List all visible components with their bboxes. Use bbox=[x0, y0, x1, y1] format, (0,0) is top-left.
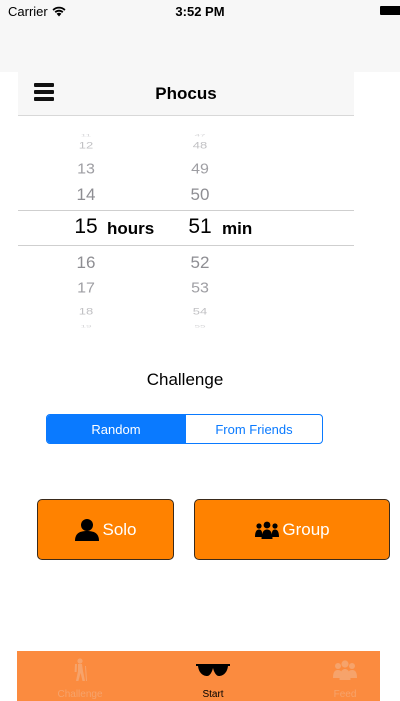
minutes-value: 53 bbox=[191, 280, 209, 297]
tab-challenge-label: Challenge bbox=[57, 689, 103, 700]
minutes-value: 47 bbox=[194, 133, 206, 138]
hours-value: 16 bbox=[76, 253, 96, 272]
hours-value: 14 bbox=[76, 185, 96, 204]
hours-value: 13 bbox=[77, 161, 95, 178]
page-title: Phocus bbox=[155, 84, 217, 103]
battery-icon bbox=[380, 6, 400, 15]
duration-picker[interactable]: 11 12 13 14 15 16 17 18 19 47 48 49 50 51 52 53 54 55 ho… bbox=[0, 128, 400, 333]
nav-background bbox=[0, 22, 400, 72]
minutes-value: 55 bbox=[194, 324, 206, 329]
tab-bar: Challenge Start Feed bbox=[17, 651, 380, 701]
minutes-value: 49 bbox=[191, 161, 209, 178]
challenge-source-segmented-control[interactable]: Random From Friends bbox=[46, 414, 323, 444]
status-bar: Carrier 3:52 PM bbox=[0, 0, 400, 22]
hours-value: 19 bbox=[80, 324, 92, 329]
minutes-unit-label: min bbox=[222, 219, 253, 238]
hours-value: 17 bbox=[77, 280, 95, 297]
solo-button[interactable]: Solo bbox=[37, 499, 174, 560]
group-button-label: Group bbox=[282, 519, 330, 539]
minutes-selected-value: 51 bbox=[188, 215, 212, 238]
solo-button-label: Solo bbox=[102, 519, 137, 539]
tab-start[interactable]: Start bbox=[153, 651, 273, 701]
minutes-value: 54 bbox=[192, 306, 208, 317]
status-time: 3:52 PM bbox=[175, 4, 225, 19]
challenge-heading: Challenge bbox=[146, 370, 224, 389]
people-group-icon bbox=[285, 657, 400, 683]
hiker-icon bbox=[20, 657, 140, 683]
hours-value: 18 bbox=[78, 306, 94, 317]
navigation-bar: Phocus bbox=[18, 72, 354, 116]
hours-value: 11 bbox=[80, 133, 92, 138]
tab-feed[interactable]: Feed bbox=[285, 651, 400, 701]
sunglasses-icon bbox=[153, 657, 273, 683]
segment-random[interactable]: Random bbox=[47, 415, 185, 443]
group-icon bbox=[255, 521, 280, 539]
group-button[interactable]: Group bbox=[194, 499, 390, 560]
minutes-value: 48 bbox=[192, 140, 208, 151]
hours-unit-label: hours bbox=[107, 219, 155, 238]
person-icon bbox=[75, 518, 100, 541]
minutes-value: 52 bbox=[190, 253, 210, 272]
segment-from-friends[interactable]: From Friends bbox=[185, 415, 322, 443]
tab-feed-label: Feed bbox=[333, 689, 357, 700]
tab-start-label: Start bbox=[202, 689, 224, 700]
hours-value: 12 bbox=[78, 140, 94, 151]
minutes-value: 50 bbox=[190, 185, 210, 204]
tab-challenge[interactable]: Challenge bbox=[20, 651, 140, 701]
